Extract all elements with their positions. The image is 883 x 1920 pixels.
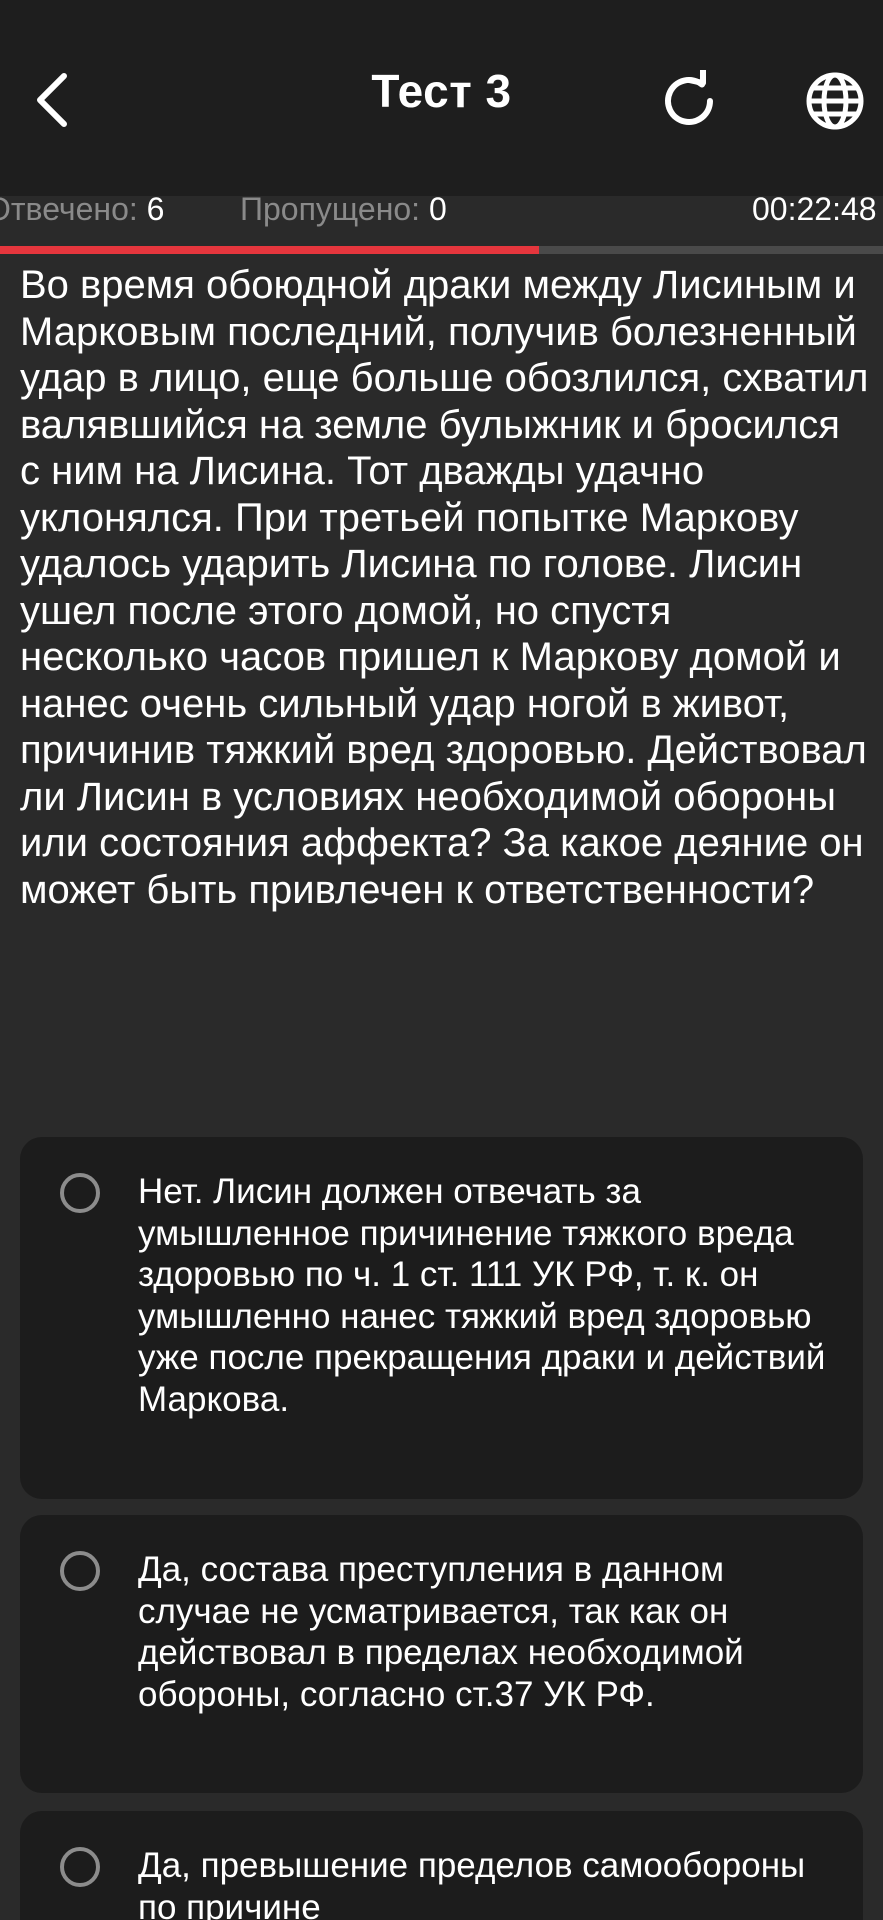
answered-label: Отвечено: — [0, 191, 138, 227]
test-screen: Тест 3 Отвечено: 6 Пропущено: 0 00:22:48… — [0, 0, 883, 1920]
question-text: Во время обоюдной драки между Лисиным и … — [20, 263, 869, 912]
answer-option-1[interactable]: Нет. Лисин должен отвечать за умышленное… — [20, 1137, 863, 1499]
page-title: Тест 3 — [371, 65, 512, 117]
globe-icon — [806, 72, 864, 130]
language-button[interactable] — [800, 66, 870, 136]
skipped-stat: Пропущено: 0 — [240, 186, 447, 232]
skipped-label: Пропущено: — [240, 191, 421, 227]
timer: 00:22:48 — [752, 191, 877, 227]
radio-button[interactable] — [60, 1551, 100, 1591]
progress-fill — [0, 246, 539, 254]
answer-option-3[interactable]: Да, превышение пределов самообороны по п… — [20, 1811, 863, 1920]
chevron-left-icon — [37, 73, 67, 127]
stats-row: Отвечено: 6 Пропущено: 0 00:22:48 — [0, 186, 883, 232]
progress-bar — [0, 246, 883, 254]
answer-option-text: Нет. Лисин должен отвечать за умышленное… — [138, 1172, 826, 1419]
answer-option-text: Да, состава преступления в данном случае… — [138, 1550, 744, 1714]
reload-icon — [665, 70, 713, 125]
skipped-count: 0 — [428, 191, 447, 227]
radio-button[interactable] — [60, 1173, 100, 1213]
reload-button[interactable] — [654, 66, 724, 136]
answer-option-text: Да, превышение пределов самообороны по п… — [138, 1846, 806, 1920]
app-header: Тест 3 Отвечено: 6 Пропущено: 0 00:22:48 — [0, 0, 883, 227]
answer-option-2[interactable]: Да, состава преступления в данном случае… — [20, 1515, 863, 1793]
answered-stat: Отвечено: 6 — [0, 186, 164, 232]
back-button[interactable] — [18, 62, 86, 138]
answered-count: 6 — [146, 191, 165, 227]
radio-button[interactable] — [60, 1847, 100, 1887]
